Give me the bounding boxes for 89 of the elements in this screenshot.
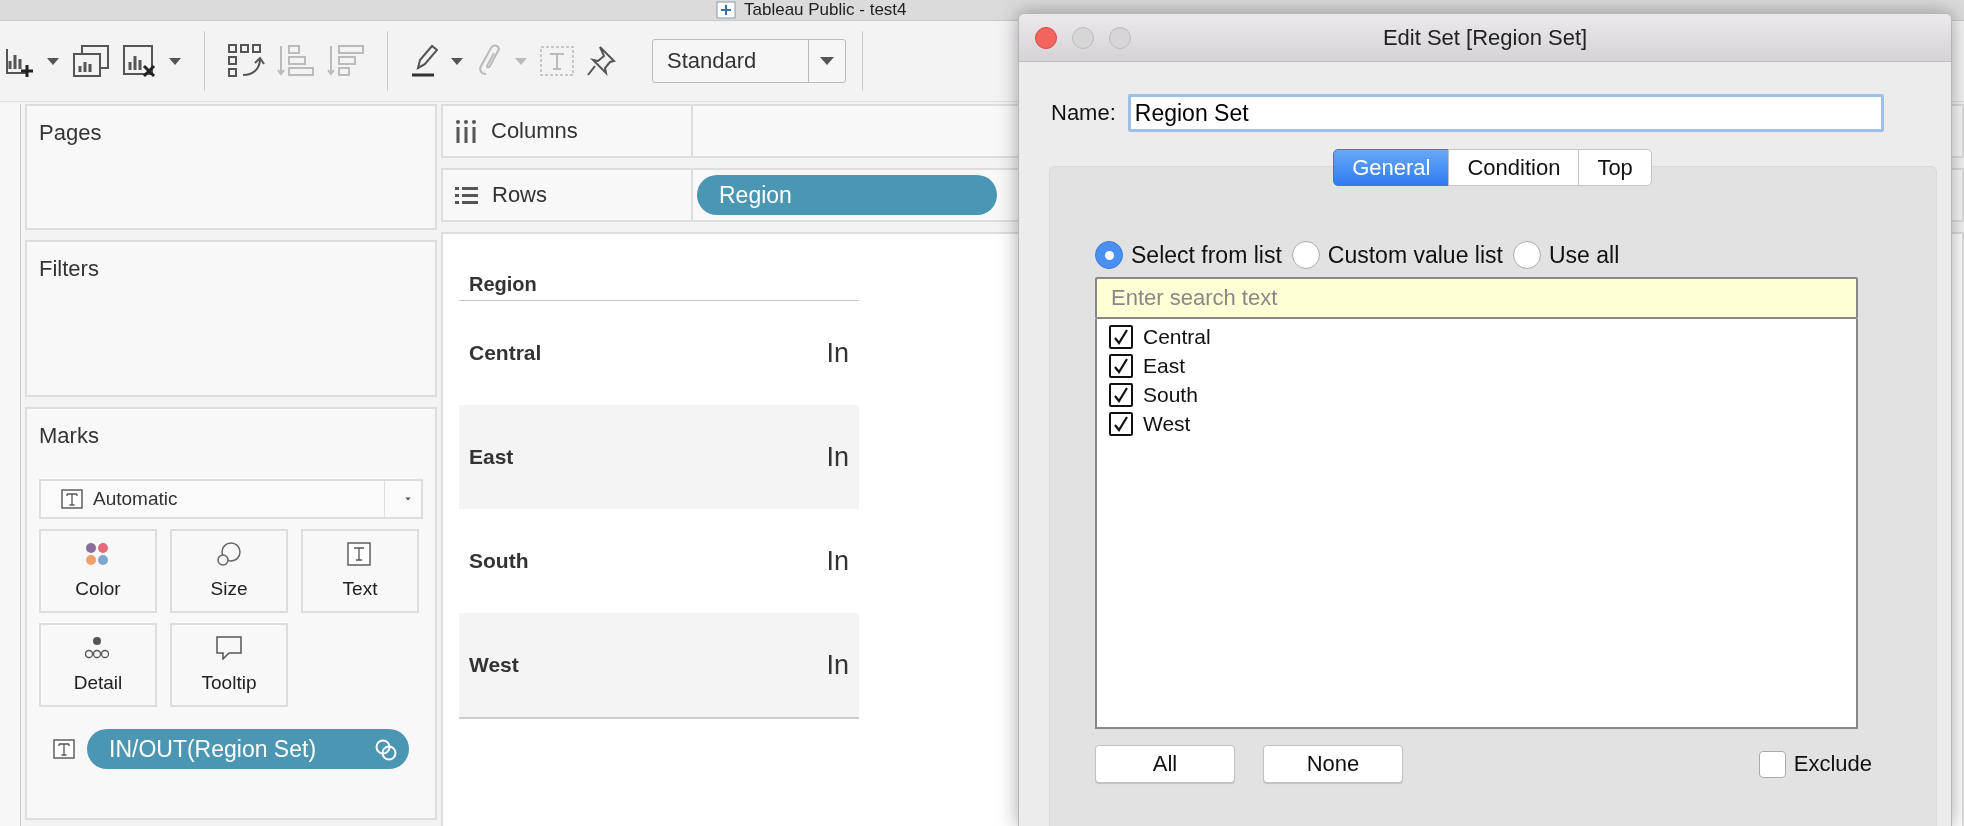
caret-icon xyxy=(819,56,835,66)
checkbox[interactable] xyxy=(1109,353,1133,378)
search-field[interactable]: Enter search text xyxy=(1095,277,1858,319)
checkbox[interactable] xyxy=(1109,324,1133,349)
marks-tooltip-button[interactable]: Tooltip xyxy=(170,623,288,707)
item-label: South xyxy=(1143,382,1198,407)
sort-ascending-icon xyxy=(277,44,315,78)
color-dots-icon xyxy=(85,542,111,566)
pin-icon xyxy=(586,45,616,77)
caret-button[interactable] xyxy=(168,56,182,66)
marks-size-button[interactable]: Size xyxy=(170,529,288,613)
caret-icon xyxy=(450,56,464,66)
checkbox[interactable] xyxy=(1109,411,1133,436)
marks-detail-button[interactable]: Detail xyxy=(39,623,157,707)
exclude-label: Exclude xyxy=(1793,751,1872,777)
checkmark-icon xyxy=(1112,356,1130,375)
highlight-icon xyxy=(410,44,438,78)
close-button[interactable] xyxy=(1035,26,1057,49)
duplicate-chart-button[interactable] xyxy=(72,44,110,78)
swap-icon xyxy=(227,43,265,79)
checkmark-icon xyxy=(1112,385,1130,404)
text-mark-icon xyxy=(61,489,83,509)
marks-text-button[interactable]: Text xyxy=(301,529,419,613)
checkmark-icon xyxy=(1112,414,1130,433)
item-label: East xyxy=(1143,353,1186,378)
select-button[interactable]: All xyxy=(1095,745,1235,783)
mark-type-dropdown[interactable]: Automatic xyxy=(39,479,423,519)
column-header: Region xyxy=(459,252,724,301)
tab[interactable]: Top xyxy=(1578,149,1652,186)
window-title: Tableau Public - test4 xyxy=(744,0,907,20)
card-title: Filters xyxy=(39,256,100,282)
row-header: Central xyxy=(459,300,724,405)
set-icon xyxy=(374,737,397,761)
name-field[interactable]: Region Set xyxy=(1127,94,1884,132)
clear-chart-button[interactable] xyxy=(122,44,156,78)
select-button[interactable]: None xyxy=(1263,745,1403,783)
swap-button[interactable] xyxy=(227,43,265,79)
list-item[interactable]: South xyxy=(1109,380,1844,409)
view-size-dropdown[interactable]: Standard xyxy=(652,39,846,83)
highlight-button[interactable] xyxy=(410,44,438,78)
item-label: West xyxy=(1143,411,1191,436)
row-header: West xyxy=(459,613,724,718)
app-icon xyxy=(716,1,736,19)
rows-icon xyxy=(455,185,478,205)
card-title: Marks xyxy=(39,423,100,449)
marks-color-button[interactable]: Color xyxy=(39,529,157,613)
caret-icon xyxy=(168,56,182,66)
radio-button[interactable] xyxy=(1095,241,1123,269)
table-cell: In xyxy=(723,405,859,509)
name-label: Name: xyxy=(1051,100,1116,126)
caret-icon xyxy=(46,56,60,66)
duplicate-chart-icon xyxy=(72,44,110,78)
clear-chart-icon xyxy=(122,44,156,78)
list-item[interactable]: West xyxy=(1109,409,1844,438)
caret-button[interactable] xyxy=(450,56,464,66)
radio-button[interactable] xyxy=(1291,241,1320,269)
checkmark-icon xyxy=(1112,327,1130,346)
sort-descending-icon xyxy=(327,44,365,78)
speech-bubble-icon xyxy=(216,636,242,660)
radio-button[interactable] xyxy=(1512,241,1541,269)
text-mark-icon xyxy=(53,739,75,759)
list-item[interactable]: East xyxy=(1109,351,1844,380)
radio-option[interactable]: Use all xyxy=(1512,241,1620,269)
caret-icon xyxy=(514,56,528,66)
table-cell: In xyxy=(723,300,859,405)
columns-icon xyxy=(455,119,477,143)
paperclip-icon xyxy=(476,44,502,78)
row-header: South xyxy=(459,509,724,613)
caret-button[interactable] xyxy=(46,56,60,66)
card-title: Pages xyxy=(39,120,103,146)
radio-option[interactable]: Custom value list xyxy=(1291,241,1503,269)
row-header: East xyxy=(459,405,724,509)
list-item[interactable]: Central xyxy=(1109,322,1844,351)
dots-icon xyxy=(85,636,111,660)
table-cell: In xyxy=(723,613,859,718)
dialog-title: Edit Set [Region Set] xyxy=(1382,24,1588,51)
pin-button[interactable] xyxy=(586,45,616,77)
exclude-checkbox[interactable] xyxy=(1758,750,1786,778)
shelf-label: Rows xyxy=(492,182,547,208)
table-cell: In xyxy=(723,509,859,613)
circles-icon xyxy=(216,542,242,566)
paperclip-button[interactable] xyxy=(476,44,502,78)
checkbox[interactable] xyxy=(1109,382,1133,407)
text-box-icon xyxy=(540,46,574,76)
tab[interactable]: Condition xyxy=(1448,149,1580,186)
radio-option[interactable]: Select from list xyxy=(1095,241,1282,269)
text-icon xyxy=(347,542,373,566)
item-label: Central xyxy=(1143,324,1211,349)
shelf-label: Columns xyxy=(491,118,578,144)
